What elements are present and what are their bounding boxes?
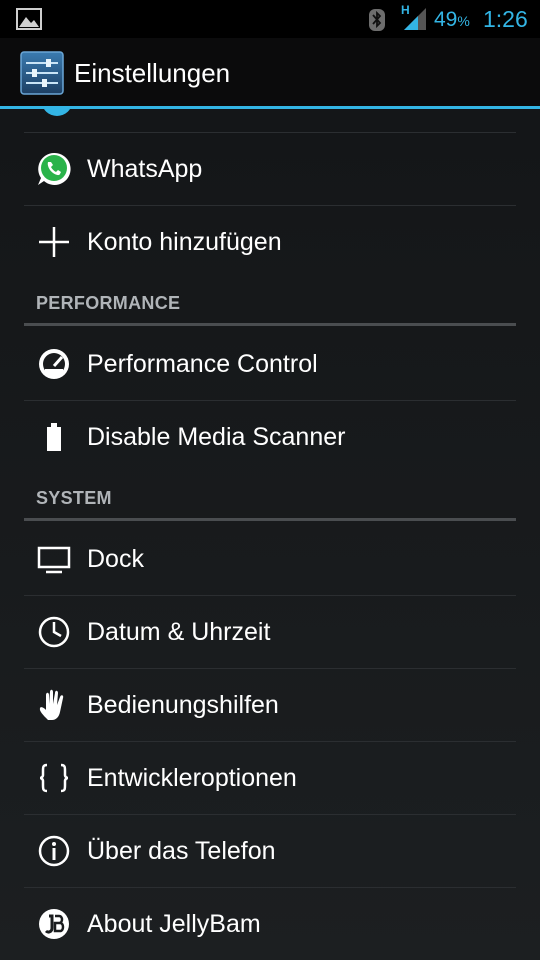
section-header-system: SYSTEM	[36, 488, 112, 508]
whatsapp-icon	[38, 152, 71, 185]
section-divider	[24, 518, 516, 521]
bluetooth-icon	[369, 9, 385, 31]
section-header-performance: PERFORMANCE	[36, 293, 181, 313]
braces-icon	[39, 763, 69, 793]
settings-item-label: Datum & Uhrzeit	[87, 618, 271, 646]
status-bar: H 49% 1:26	[0, 0, 540, 38]
settings-item-performance-control[interactable]: Performance Control	[24, 328, 516, 400]
settings-item-about-phone[interactable]: Über das Telefon	[24, 815, 516, 887]
settings-list[interactable]: WhatsApp Konto hinzufügen PERFORMANCE Pe…	[0, 109, 540, 960]
battery-level: 49%	[434, 8, 470, 32]
settings-item-label: Bedienungshilfen	[87, 691, 279, 719]
settings-item-label: Entwickleroptionen	[87, 764, 297, 792]
settings-item-whatsapp[interactable]: WhatsApp	[24, 133, 516, 205]
status-time: 1:26	[483, 6, 528, 32]
settings-item-label: Dock	[87, 545, 144, 573]
settings-item-date-time[interactable]: Datum & Uhrzeit	[24, 596, 516, 668]
settings-item-disable-media-scanner[interactable]: Disable Media Scanner	[24, 401, 516, 473]
battery-percent: 49	[434, 8, 458, 31]
settings-item-label: Performance Control	[87, 350, 318, 378]
info-icon	[38, 835, 70, 867]
page-title: Einstellungen	[74, 58, 231, 88]
settings-app-icon[interactable]	[20, 51, 64, 95]
clock-icon	[38, 616, 70, 648]
hand-icon	[39, 689, 64, 720]
plus-icon	[39, 227, 69, 257]
settings-item-dock[interactable]: Dock	[24, 523, 516, 595]
settings-item-label: Disable Media Scanner	[87, 423, 346, 451]
account-icon	[44, 109, 70, 116]
battery-icon	[47, 423, 61, 451]
monitor-icon	[37, 546, 71, 574]
settings-item-about-jellybam[interactable]: About JellyBam	[24, 888, 516, 960]
action-bar: Einstellungen	[0, 38, 540, 106]
battery-unit: %	[457, 13, 470, 29]
signal-strength-icon: H	[400, 3, 428, 37]
image-notification-icon	[16, 8, 42, 30]
settings-item-add-account[interactable]: Konto hinzufügen	[24, 206, 516, 278]
settings-item-accessibility[interactable]: Bedienungshilfen	[24, 669, 516, 741]
settings-item-label: About JellyBam	[87, 910, 261, 938]
section-divider	[24, 323, 516, 326]
settings-item-label: Über das Telefon	[87, 837, 276, 865]
jellybam-icon	[39, 909, 69, 939]
settings-item-developer-options[interactable]: Entwickleroptionen	[24, 742, 516, 814]
performance-gauge-icon	[39, 349, 69, 379]
settings-item-label: Konto hinzufügen	[87, 228, 282, 256]
network-type-label: H	[401, 3, 410, 17]
settings-item-label: WhatsApp	[87, 155, 203, 183]
